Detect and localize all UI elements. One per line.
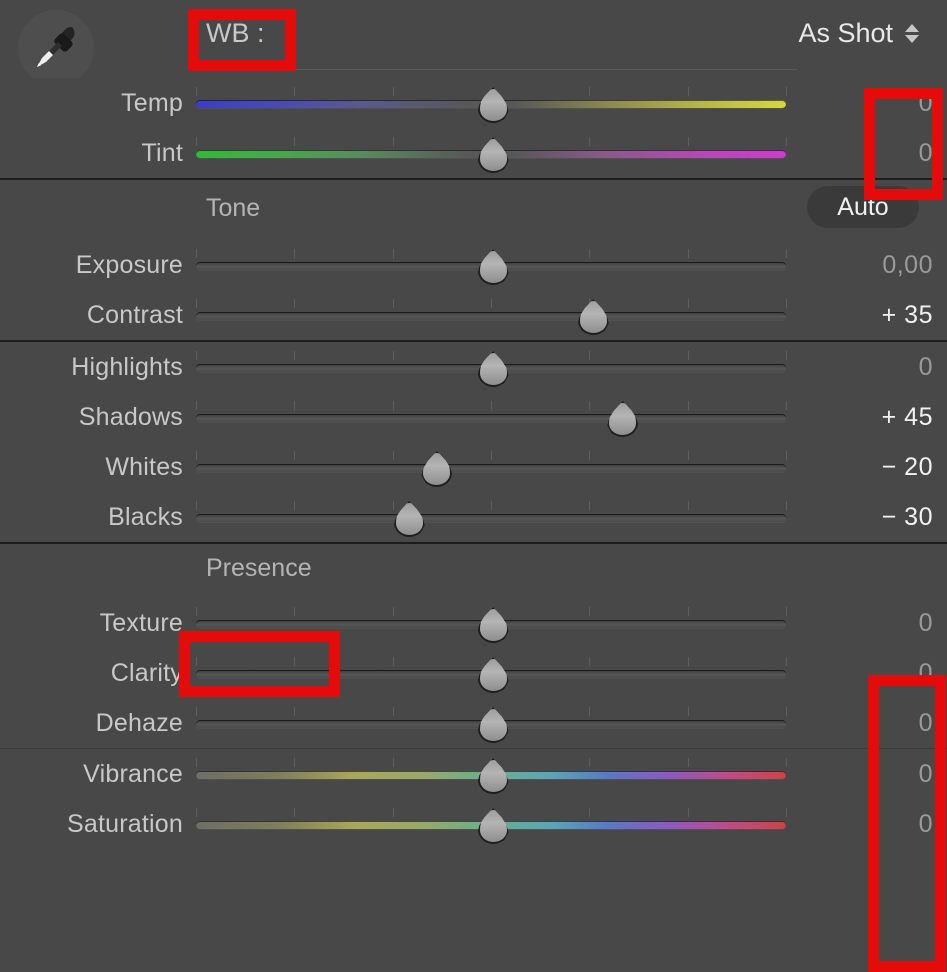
slider-row-blacks: Blacks − 30 (0, 492, 947, 542)
presence-sliders-section: Texture 0 Clarity 0 Dehaze 0 (0, 598, 947, 748)
wb-preset-value: As Shot (798, 18, 893, 48)
eyedropper-icon[interactable] (18, 10, 94, 86)
slider-ticks (196, 299, 787, 308)
slider-track[interactable] (196, 464, 786, 472)
slider-handle[interactable] (478, 657, 505, 689)
slider-contrast[interactable] (196, 290, 787, 340)
up-down-spinner-icon[interactable] (905, 24, 919, 43)
slider-row-tint: Tint 0 (0, 128, 947, 178)
slider-label-highlights: Highlights (71, 352, 183, 381)
slider-vibrance[interactable] (196, 749, 787, 799)
slider-value-clarity[interactable]: 0 (786, 659, 947, 688)
slider-row-temp: Temp 0 (0, 78, 947, 128)
tone-header: Tone Auto (0, 180, 947, 240)
slider-ticks (196, 501, 787, 510)
slider-label-whites: Whites (105, 452, 183, 481)
slider-value-exposure[interactable]: 0,00 (786, 251, 947, 280)
slider-label-shadows: Shadows (78, 402, 183, 431)
slider-row-saturation: Saturation 0 (0, 799, 947, 849)
slider-row-contrast: Contrast + 35 (0, 290, 947, 340)
slider-value-temp[interactable]: 0 (786, 89, 947, 118)
slider-handle[interactable] (578, 299, 605, 331)
tone-detail-sliders-section: Highlights 0 Shadows + 45 Whites − 20 Blacks − … (0, 342, 947, 542)
slider-row-clarity: Clarity 0 (0, 648, 947, 698)
tone-sliders-section: Exposure 0,00 Contrast + 35 (0, 240, 947, 340)
slider-temp[interactable] (196, 78, 787, 128)
slider-handle[interactable] (421, 451, 448, 483)
slider-label-contrast: Contrast (86, 300, 183, 329)
white-balance-header: WB : As Shot (0, 0, 947, 86)
slider-label-dehaze: Dehaze (95, 708, 183, 737)
slider-value-saturation[interactable]: 0 (786, 810, 947, 839)
wb-sliders-section: Temp 0 Tint 0 (0, 78, 947, 178)
slider-clarity[interactable] (196, 648, 787, 698)
slider-blacks[interactable] (196, 492, 787, 542)
slider-texture[interactable] (196, 598, 787, 648)
wb-underline (206, 69, 797, 70)
slider-shadows[interactable] (196, 392, 787, 442)
develop-basic-panel: WB : As Shot Temp 0 Tint 0 Tone Auto Exposu… (0, 0, 947, 972)
presence-header: Presence (0, 544, 947, 598)
slider-row-exposure: Exposure 0,00 (0, 240, 947, 290)
slider-tint[interactable] (196, 128, 787, 178)
slider-handle[interactable] (478, 87, 505, 119)
tone-title: Tone (206, 194, 261, 222)
slider-handle[interactable] (607, 401, 634, 433)
wb-preset-selector[interactable]: As Shot (798, 18, 919, 49)
slider-row-texture: Texture 0 (0, 598, 947, 648)
slider-row-dehaze: Dehaze 0 (0, 698, 947, 748)
slider-label-tint: Tint (141, 138, 183, 167)
slider-ticks (196, 451, 787, 460)
slider-label-temp: Temp (121, 88, 183, 117)
slider-label-texture: Texture (99, 608, 183, 637)
slider-value-contrast[interactable]: + 35 (786, 301, 947, 330)
slider-value-dehaze[interactable]: 0 (786, 709, 947, 738)
slider-label-exposure: Exposure (75, 250, 183, 279)
slider-value-blacks[interactable]: − 30 (786, 503, 947, 532)
slider-highlights[interactable] (196, 342, 787, 392)
slider-handle[interactable] (478, 249, 505, 281)
slider-handle[interactable] (478, 707, 505, 739)
slider-label-blacks: Blacks (108, 502, 183, 531)
slider-label-clarity: Clarity (110, 658, 183, 687)
wb-label: WB : (206, 18, 265, 48)
slider-row-whites: Whites − 20 (0, 442, 947, 492)
slider-handle[interactable] (478, 808, 505, 840)
auto-button[interactable]: Auto (807, 186, 919, 228)
slider-dehaze[interactable] (196, 698, 787, 748)
slider-handle[interactable] (478, 607, 505, 639)
slider-saturation[interactable] (196, 799, 787, 849)
color-sliders-section: Vibrance 0 Saturation 0 (0, 749, 947, 849)
slider-ticks (196, 401, 787, 410)
slider-whites[interactable] (196, 442, 787, 492)
slider-track[interactable] (196, 312, 786, 320)
slider-row-highlights: Highlights 0 (0, 342, 947, 392)
slider-exposure[interactable] (196, 240, 787, 290)
slider-track[interactable] (196, 414, 786, 422)
slider-row-vibrance: Vibrance 0 (0, 749, 947, 799)
slider-row-shadows: Shadows + 45 (0, 392, 947, 442)
slider-value-highlights[interactable]: 0 (786, 353, 947, 382)
slider-track[interactable] (196, 514, 786, 522)
slider-handle[interactable] (478, 351, 505, 383)
slider-label-vibrance: Vibrance (83, 759, 183, 788)
slider-value-vibrance[interactable]: 0 (786, 760, 947, 789)
slider-value-whites[interactable]: − 20 (786, 453, 947, 482)
slider-value-tint[interactable]: 0 (786, 139, 947, 168)
presence-title: Presence (206, 554, 312, 582)
slider-value-texture[interactable]: 0 (786, 609, 947, 638)
slider-value-shadows[interactable]: + 45 (786, 403, 947, 432)
slider-label-saturation: Saturation (67, 809, 183, 838)
slider-handle[interactable] (478, 758, 505, 790)
slider-handle[interactable] (394, 501, 421, 533)
slider-handle[interactable] (478, 137, 505, 169)
